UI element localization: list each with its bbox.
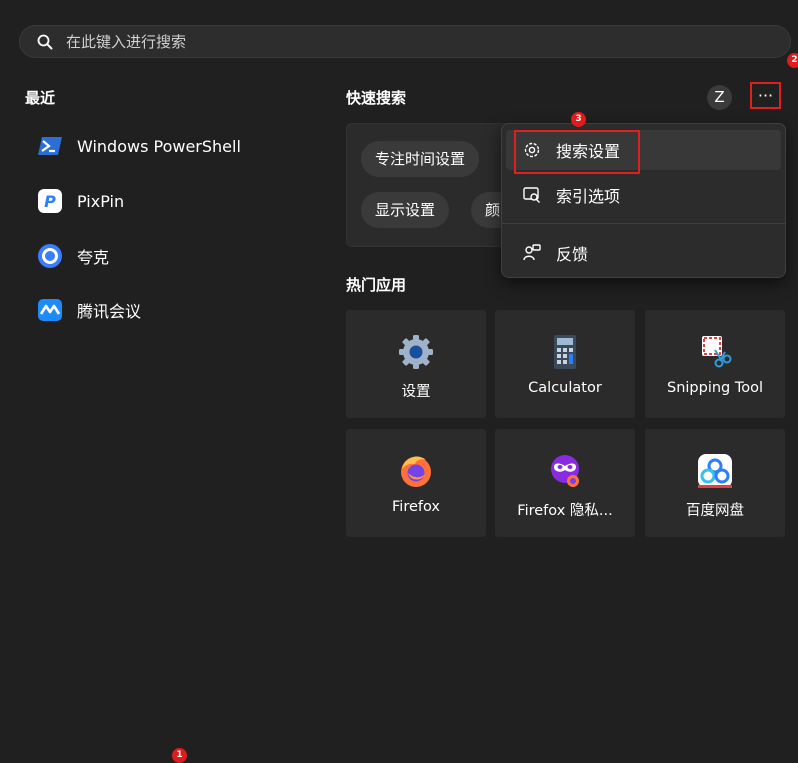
app-tile-label: Calculator: [528, 380, 602, 396]
menu-item-feedback[interactable]: 反馈: [506, 233, 781, 273]
recent-title: 最近: [25, 89, 56, 107]
recent-item-quark[interactable]: 夸克: [37, 242, 109, 270]
snipping-tool-icon: [702, 336, 732, 368]
annotation-badge-3: 3: [571, 112, 586, 127]
app-tile-calculator[interactable]: Calculator: [495, 310, 635, 418]
annotation-badge-1: 1: [172, 748, 187, 763]
menu-item-index-options[interactable]: 索引选项: [506, 175, 781, 215]
more-icon: ···: [757, 86, 774, 105]
pixpin-icon: P: [38, 189, 62, 213]
app-tile-label: Snipping Tool: [666, 380, 764, 396]
annotation-badge-2: 2: [787, 53, 798, 68]
more-options-menu: 搜索设置 索引选项 反馈: [501, 123, 786, 278]
tencent-meeting-icon: [38, 299, 62, 321]
app-tile-settings[interactable]: 设置: [346, 310, 486, 418]
settings-gear-icon: [399, 335, 433, 369]
app-tile-label: 设置: [401, 384, 431, 400]
recent-item-pixpin[interactable]: P PixPin: [37, 187, 124, 215]
menu-item-search-settings[interactable]: 搜索设置: [506, 130, 781, 170]
baidu-netdisk-icon: [698, 454, 732, 488]
menu-item-label: 搜索设置: [556, 142, 621, 161]
feedback-icon: [523, 244, 541, 261]
search-input[interactable]: [66, 26, 766, 57]
recent-item-tencent-meeting[interactable]: 腾讯会议: [37, 296, 141, 324]
popular-apps-title: 热门应用: [346, 276, 407, 294]
app-tile-label: 百度网盘: [686, 503, 744, 519]
app-tile-firefox[interactable]: Firefox: [346, 429, 486, 537]
app-tile-snipping-tool[interactable]: Snipping Tool: [645, 310, 785, 418]
recent-item-powershell[interactable]: Windows PowerShell: [37, 132, 241, 160]
more-options-button[interactable]: ···: [750, 82, 781, 109]
firefox-private-icon: [551, 455, 579, 487]
app-tile-label: Firefox 隐私...: [517, 503, 613, 519]
quick-search-title: 快速搜索: [346, 89, 407, 107]
firefox-icon: [401, 456, 431, 487]
avatar[interactable]: Z: [707, 85, 732, 110]
recent-item-label: Windows PowerShell: [77, 136, 241, 156]
svg-text:P: P: [44, 192, 56, 211]
app-tile-firefox-private[interactable]: Firefox 隐私...: [495, 429, 635, 537]
menu-item-label: 索引选项: [556, 187, 621, 206]
quick-chip-focus-settings[interactable]: 专注时间设置: [361, 141, 480, 177]
search-icon: [37, 34, 53, 50]
calculator-icon: [554, 335, 576, 369]
recent-item-label: 夸克: [77, 248, 110, 267]
index-options-icon: [523, 187, 540, 203]
search-bar[interactable]: [19, 25, 791, 58]
menu-item-label: 反馈: [556, 245, 589, 264]
recent-item-label: PixPin: [77, 191, 125, 211]
quick-chip-display-settings[interactable]: 显示设置: [361, 192, 450, 228]
quark-icon: [38, 244, 62, 268]
powershell-icon: [38, 137, 62, 155]
gear-icon: [524, 142, 540, 158]
app-tile-baidu-netdisk[interactable]: 百度网盘: [645, 429, 785, 537]
menu-divider: [502, 223, 785, 224]
recent-item-label: 腾讯会议: [77, 302, 142, 321]
app-tile-label: Firefox: [392, 499, 440, 515]
